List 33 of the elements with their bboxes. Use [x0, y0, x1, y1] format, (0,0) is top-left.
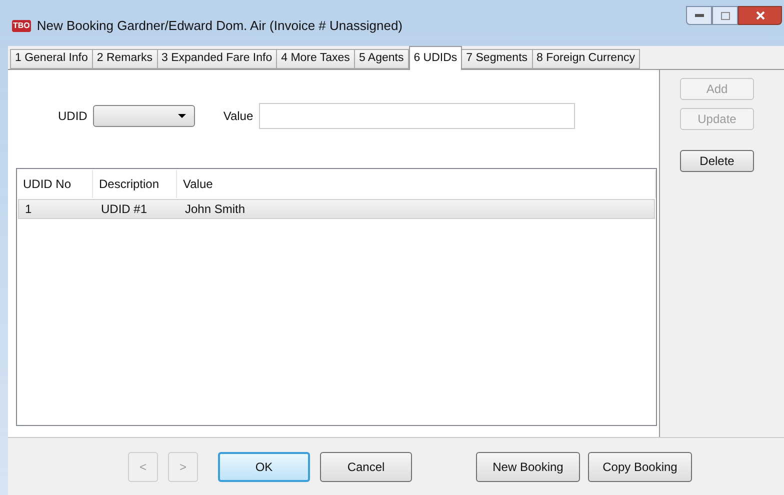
- value-field[interactable]: [259, 103, 576, 129]
- cancel-button[interactable]: Cancel: [320, 452, 412, 482]
- copy-booking-button[interactable]: Copy Booking: [588, 452, 692, 482]
- tab[interactable]: 4 More Taxes: [277, 49, 355, 69]
- tab[interactable]: 6 UDIDs: [408, 46, 462, 70]
- minimize-button[interactable]: [686, 6, 712, 25]
- column-header[interactable]: Value: [177, 170, 656, 198]
- tab[interactable]: 7 Segments: [462, 49, 533, 69]
- value-label: Value: [223, 108, 254, 125]
- maximize-button[interactable]: [712, 6, 738, 25]
- app-icon: TBO: [12, 20, 31, 32]
- tab[interactable]: 2 Remarks: [92, 49, 158, 69]
- column-header[interactable]: UDID No: [17, 170, 93, 198]
- window-title: New Booking Gardner/Edward Dom. Air (Invoice # Unassigned): [36, 17, 404, 36]
- delete-button[interactable]: Delete: [680, 150, 754, 172]
- caret-icon: [178, 114, 186, 118]
- minimize-icon: [694, 14, 704, 17]
- maximize-icon: [720, 12, 730, 20]
- table-row[interactable]: 1 UDID #1 John Smith: [18, 199, 655, 219]
- new-booking-button[interactable]: New Booking: [476, 452, 580, 482]
- table-cell-text: 1: [24, 201, 33, 218]
- tab[interactable]: 1 General Info: [10, 49, 93, 69]
- ok-button[interactable]: OK: [218, 452, 310, 482]
- udid-label: UDID: [58, 108, 88, 125]
- table-cell-text: John Smith: [184, 201, 246, 218]
- tab[interactable]: 5 Agents: [354, 49, 409, 69]
- tab[interactable]: 8 Foreign Currency: [532, 49, 640, 69]
- close-button[interactable]: [738, 6, 782, 25]
- udid-dropdown[interactable]: [93, 105, 196, 127]
- tab[interactable]: 3 Expanded Fare Info: [158, 49, 278, 69]
- table-cell-text: UDID #1: [100, 201, 148, 218]
- column-header[interactable]: Description: [93, 170, 177, 198]
- close-icon: [756, 11, 764, 20]
